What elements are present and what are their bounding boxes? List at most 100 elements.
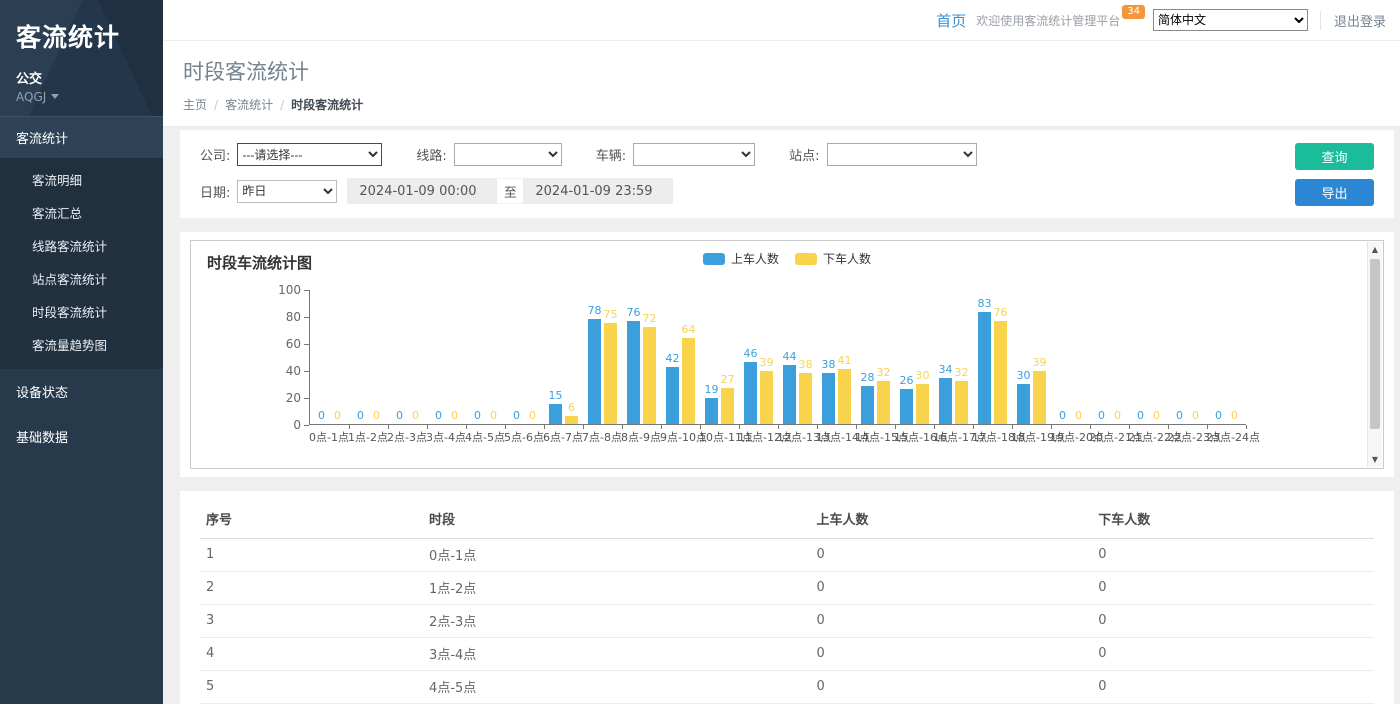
column-header: 下车人数 <box>1092 495 1374 539</box>
legend-item[interactable]: 下车人数 <box>795 250 871 267</box>
bar-group: 7875 <box>583 290 622 424</box>
scroll-up-icon[interactable]: ▲ <box>1368 243 1382 256</box>
bar-value-label: 0 <box>529 409 536 422</box>
bar-value-label: 38 <box>799 358 813 371</box>
sidebar-sections: 设备状态基础数据 <box>0 369 163 459</box>
bar-group: 1927 <box>700 290 739 424</box>
bar-boarding: 76 <box>627 321 640 424</box>
table-row: 21点-2点00 <box>200 572 1374 605</box>
bar-boarding: 44 <box>783 365 796 424</box>
scrollbar-thumb[interactable] <box>1370 259 1380 429</box>
sidebar-submenu: 客流明细客流汇总线路客流统计站点客流统计时段客流统计客流量趋势图 <box>0 158 163 369</box>
sidebar-item[interactable]: 基础数据 <box>0 414 163 459</box>
table-cell: 2点-3点 <box>423 605 810 638</box>
x-axis-label: 16点-17点 <box>933 429 972 445</box>
legend-label: 上车人数 <box>731 250 779 267</box>
line-select[interactable] <box>454 143 562 166</box>
vehicle-select[interactable] <box>633 143 755 166</box>
breadcrumb-item[interactable]: 主页 <box>183 98 207 112</box>
bar-group: 8376 <box>973 290 1012 424</box>
bar-group: 00 <box>349 290 388 424</box>
bar-value-label: 0 <box>334 409 341 422</box>
table-cell: 0 <box>1092 638 1374 671</box>
table-row: 54点-5点00 <box>200 671 1374 704</box>
x-axis-label: 9点-10点 <box>660 429 699 445</box>
date-preset-select[interactable]: 昨日 <box>237 180 337 203</box>
y-axis-tick: 60 <box>286 337 309 351</box>
x-axis-label: 12点-13点 <box>777 429 816 445</box>
org-name: 公交 <box>16 68 147 87</box>
plot-column: 0000000000001567875767242641927463944383… <box>309 290 1246 445</box>
bar-value-label: 0 <box>1137 409 1144 422</box>
bar-value-label: 34 <box>939 363 953 376</box>
sidebar-item-passenger-stats-section[interactable]: 客流统计 <box>0 116 163 158</box>
chart-container: 时段车流统计图 上车人数下车人数 020406080100 0000000000… <box>190 240 1384 469</box>
table-cell: 0 <box>810 638 1092 671</box>
date-to-input[interactable] <box>523 178 673 204</box>
table-cell: 0 <box>1092 605 1374 638</box>
sidebar-subitem[interactable]: 时段客流统计 <box>0 295 163 328</box>
bar-value-label: 26 <box>900 374 914 387</box>
date-label: 日期: <box>200 182 230 201</box>
sidebar-item[interactable]: 设备状态 <box>0 369 163 414</box>
x-axis-label: 11点-12点 <box>738 429 777 445</box>
tick-label: 0 <box>293 418 301 432</box>
bar-group: 156 <box>544 290 583 424</box>
x-axis-row: 0点-1点1点-2点2点-3点3点-4点4点-5点5点-6点6点-7点7点-8点… <box>309 429 1246 445</box>
tick-mark <box>304 425 309 426</box>
tick-mark <box>304 317 309 318</box>
sidebar-subitem[interactable]: 客流汇总 <box>0 196 163 229</box>
x-axis-label: 8点-9点 <box>621 429 660 445</box>
table-cell: 0点-1点 <box>423 539 810 572</box>
bar-value-label: 0 <box>318 409 325 422</box>
breadcrumb-item: 时段客流统计 <box>291 98 363 112</box>
bar-alighting: 76 <box>994 321 1007 424</box>
bar-boarding: 19 <box>705 398 718 424</box>
x-axis-label: 6点-7点 <box>543 429 582 445</box>
bar-value-label: 0 <box>412 409 419 422</box>
table-cell: 0 <box>810 605 1092 638</box>
bar-value-label: 0 <box>1215 409 1222 422</box>
language-select[interactable]: 简体中文 <box>1153 9 1308 31</box>
welcome-text: 欢迎使用客流统计管理平台 <box>976 12 1120 29</box>
date-from-input[interactable] <box>347 178 497 204</box>
bar-value-label: 15 <box>549 389 563 402</box>
notification-badge[interactable]: 34 <box>1122 5 1145 19</box>
sidebar-subitem[interactable]: 站点客流统计 <box>0 262 163 295</box>
chart-scrollbar[interactable]: ▲ ▼ <box>1367 242 1382 467</box>
x-axis-label: 20点-21点 <box>1089 429 1128 445</box>
logout-link[interactable]: 退出登录 <box>1320 11 1386 30</box>
sidebar-subitem[interactable]: 线路客流统计 <box>0 229 163 262</box>
app-logo-area: 客流统计 公交 AQGJ <box>0 0 163 116</box>
bar-value-label: 28 <box>861 371 875 384</box>
y-axis-tick: 100 <box>278 283 309 297</box>
company-select[interactable]: ---请选择--- <box>237 143 382 166</box>
scroll-down-icon[interactable]: ▼ <box>1368 453 1382 466</box>
filter-actions: 查询 导出 <box>1295 143 1374 206</box>
sidebar-subitem[interactable]: 客流明细 <box>0 163 163 196</box>
table-row: 32点-3点00 <box>200 605 1374 638</box>
export-button[interactable]: 导出 <box>1295 179 1374 206</box>
bar-value-label: 78 <box>588 304 602 317</box>
org-code-dropdown[interactable]: AQGJ <box>16 90 147 104</box>
legend-item[interactable]: 上车人数 <box>703 250 779 267</box>
breadcrumb-item[interactable]: 客流统计 <box>225 98 273 112</box>
bar-value-label: 42 <box>666 352 680 365</box>
main-area: 首页 欢迎使用客流统计管理平台 34 简体中文 退出登录 时段客流统计 主页/客… <box>163 0 1400 704</box>
sidebar-subitem[interactable]: 客流量趋势图 <box>0 328 163 361</box>
bar-value-label: 46 <box>744 347 758 360</box>
home-link[interactable]: 首页 <box>936 10 966 31</box>
line-label: 线路: <box>416 145 446 164</box>
station-select[interactable] <box>827 143 977 166</box>
table-cell: 3点-4点 <box>423 638 810 671</box>
legend-swatch <box>795 253 817 265</box>
bar-boarding: 42 <box>666 367 679 424</box>
chart-body: 020406080100 000000000000156787576724264… <box>203 290 1353 445</box>
column-header: 序号 <box>200 495 423 539</box>
table-cell: 0 <box>1092 539 1374 572</box>
bar-value-label: 0 <box>373 409 380 422</box>
query-button[interactable]: 查询 <box>1295 143 1374 170</box>
bar-boarding: 46 <box>744 362 757 424</box>
x-axis-label: 22点-23点 <box>1167 429 1206 445</box>
bar-value-label: 30 <box>1017 369 1031 382</box>
